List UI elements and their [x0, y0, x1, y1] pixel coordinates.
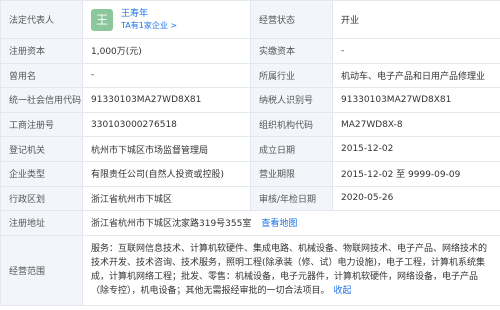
collapse-link[interactable]: 收起 [334, 286, 352, 296]
taxpayer-id-value: 91330103MA27WD8X81 [333, 88, 500, 113]
capital-value: 1,000万(元) [83, 39, 251, 64]
view-map-link[interactable]: 查看地图 [261, 216, 297, 229]
company-type-value: 有限责任公司(自然人投资或控股) [83, 161, 251, 187]
status-label: 经营状态 [251, 1, 333, 39]
term-value: 2015-12-02 至 9999-09-09 [333, 161, 500, 187]
authority-label: 登记机关 [1, 137, 83, 162]
org-code-label: 组织机构代码 [251, 112, 333, 138]
audit-date-label: 审核/年检日期 [251, 186, 333, 212]
industry-value: 机动车、电子产品和日用产品修理业 [333, 63, 500, 89]
reg-no-label: 工商注册号 [1, 112, 83, 138]
reg-no-value: 330103000276518 [83, 112, 251, 138]
scope-cell: 服务：互联网信息技术、计算机软硬件、集成电路、机械设备、物联网技术、电子产品、网… [83, 235, 500, 306]
address-cell: 浙江省杭州市下城区沈家路319号355室 查看地图 [83, 211, 500, 236]
legal-rep-text: 王寿年 TA有1家企业 > [121, 8, 177, 32]
former-name-value: - [83, 63, 251, 89]
address-value: 浙江省杭州市下城区沈家路319号355室 [91, 219, 252, 230]
scope-text: 服务：互联网信息技术、计算机软硬件、集成电路、机械设备、物联网技术、电子产品、网… [91, 242, 492, 298]
region-label: 行政区划 [1, 186, 83, 212]
founded-label: 成立日期 [251, 137, 333, 162]
address-label: 注册地址 [1, 211, 83, 236]
legal-rep-avatar[interactable]: 王 [91, 8, 113, 31]
term-label: 营业期限 [251, 161, 333, 187]
credit-code-label: 统一社会信用代码 [1, 88, 83, 113]
scope-label: 经营范围 [1, 235, 83, 306]
org-code-value: MA27WD8X-8 [333, 112, 500, 138]
status-value: 开业 [333, 1, 500, 39]
audit-date-value: 2020-05-26 [333, 186, 500, 212]
capital-label: 注册资本 [1, 39, 83, 64]
scope-value: 服务：互联网信息技术、计算机软硬件、集成电路、机械设备、物联网技术、电子产品、网… [91, 244, 488, 297]
industry-label: 所属行业 [251, 63, 333, 89]
founded-value: 2015-12-02 [333, 137, 500, 162]
company-type-label: 企业类型 [1, 161, 83, 187]
credit-code-value: 91330103MA27WD8X81 [83, 88, 251, 113]
former-name-label: 曾用名 [1, 63, 83, 89]
paid-capital-label: 实缴资本 [251, 39, 333, 64]
paid-capital-value: - [333, 39, 500, 64]
taxpayer-id-label: 纳税人识别号 [251, 88, 333, 113]
legal-rep-label: 法定代表人 [1, 1, 83, 39]
authority-value: 杭州市下城区市场监督管理局 [83, 137, 251, 162]
company-info-table: 法定代表人 王 王寿年 TA有1家企业 > 经营状态 开业 注册资本 1,000… [0, 0, 500, 306]
legal-rep-name-link[interactable]: 王寿年 [121, 8, 177, 20]
legal-rep-cell: 王 王寿年 TA有1家企业 > [83, 1, 251, 39]
legal-rep-companies-link[interactable]: TA有1家企业 > [121, 20, 177, 32]
region-value: 浙江省杭州市下城区 [83, 186, 251, 212]
